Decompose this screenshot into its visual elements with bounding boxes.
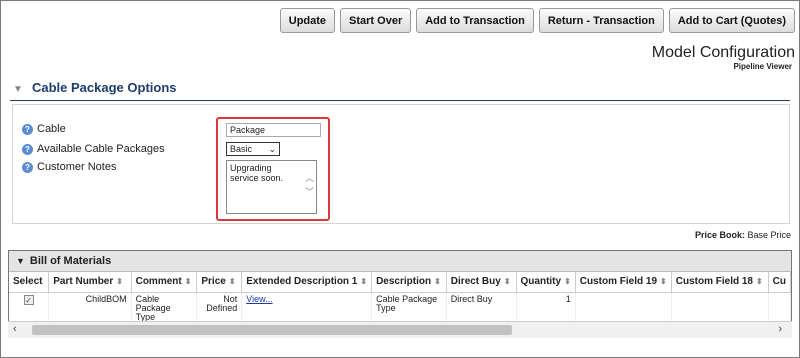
- quantity-cell: 1: [516, 292, 576, 324]
- scrollbar-thumb[interactable]: [32, 325, 512, 335]
- horizontal-scrollbar[interactable]: ‹ ›: [8, 321, 792, 338]
- add-to-transaction-button[interactable]: Add to Transaction: [416, 8, 534, 33]
- bom-title: Bill of Materials: [29, 255, 112, 267]
- col-truncated[interactable]: Cu: [768, 272, 791, 293]
- sort-arrows-icon[interactable]: ⬍: [360, 277, 367, 286]
- col-extended-description[interactable]: Extended Description 1 ⬍: [241, 272, 373, 293]
- price-book-label: Price Book:: [694, 230, 745, 240]
- row-select-cell: ✓: [9, 292, 50, 324]
- sort-arrows-icon[interactable]: ⬍: [564, 277, 571, 286]
- customer-notes-label: Customer Notes: [37, 161, 117, 173]
- triangle-down-icon[interactable]: ▼: [13, 84, 23, 95]
- extended-description-cell: View...: [241, 292, 373, 324]
- add-to-cart-button[interactable]: Add to Cart (Quotes): [668, 8, 795, 33]
- toolbar: Update Start Over Add to Transaction Ret…: [279, 8, 795, 33]
- col-direct-buy[interactable]: Direct Buy ⬍: [446, 272, 517, 293]
- price-cell: Not Defined: [196, 292, 243, 324]
- update-button[interactable]: Update: [279, 8, 336, 33]
- custom-field-19-cell: [575, 292, 672, 324]
- sort-arrows-icon[interactable]: ⬍: [116, 277, 123, 286]
- sort-arrows-icon[interactable]: ⬍: [229, 277, 236, 286]
- start-over-button[interactable]: Start Over: [340, 8, 412, 33]
- price-book: Price Book: Base Price: [695, 230, 791, 240]
- highlight-box: [216, 117, 330, 221]
- sort-arrows-icon[interactable]: ⬍: [434, 277, 441, 286]
- comment-cell: Cable Package Type: [131, 292, 198, 324]
- col-custom-field-19[interactable]: Custom Field 19 ⬍: [575, 272, 672, 293]
- table-row[interactable]: ✓ ChildBOM Cable Package Type Not Define…: [9, 292, 791, 324]
- direct-buy-cell: Direct Buy: [446, 292, 517, 324]
- bom-table: Select Part Number ⬍ Comment ⬍ Price ⬍ Exte…: [9, 272, 791, 324]
- col-quantity[interactable]: Quantity ⬍: [516, 272, 576, 293]
- col-description[interactable]: Description ⬍: [371, 272, 447, 293]
- col-select: Select: [9, 272, 50, 293]
- info-circle-icon[interactable]: ?: [22, 124, 33, 135]
- sort-arrows-icon[interactable]: ⬍: [660, 277, 667, 286]
- section-title: Cable Package Options: [32, 80, 177, 95]
- price-book-value: Base Price: [747, 230, 791, 240]
- sort-arrows-icon[interactable]: ⬍: [504, 277, 511, 286]
- info-circle-icon[interactable]: ?: [22, 144, 33, 155]
- options-panel: [12, 104, 790, 224]
- part-number-cell: ChildBOM: [48, 292, 132, 324]
- custom-field-18-cell: [671, 292, 769, 324]
- page-title: Model Configuration: [651, 44, 795, 61]
- triangle-down-icon[interactable]: ▼: [16, 256, 25, 266]
- section-divider: [10, 100, 790, 101]
- select-checkbox[interactable]: ✓: [23, 294, 34, 305]
- col-price[interactable]: Price ⬍: [196, 272, 243, 293]
- description-cell: Cable Package Type: [371, 292, 447, 324]
- col-custom-field-18[interactable]: Custom Field 18 ⬍: [671, 272, 769, 293]
- sort-arrows-icon[interactable]: ⬍: [756, 277, 763, 286]
- info-circle-icon[interactable]: ?: [22, 162, 33, 173]
- bom-header-row: Select Part Number ⬍ Comment ⬍ Price ⬍ Exte…: [9, 272, 791, 293]
- truncated-cell: [768, 292, 791, 324]
- available-packages-label: Available Cable Packages: [37, 143, 165, 155]
- sort-arrows-icon[interactable]: ⬍: [185, 277, 192, 286]
- return-transaction-button[interactable]: Return - Transaction: [538, 8, 664, 33]
- page-subtitle: Pipeline Viewer: [733, 62, 792, 71]
- col-comment[interactable]: Comment ⬍: [131, 272, 198, 293]
- chevron-left-icon[interactable]: ‹: [13, 323, 17, 335]
- view-link[interactable]: View...: [246, 294, 272, 304]
- col-part-number[interactable]: Part Number ⬍: [48, 272, 132, 293]
- chevron-right-icon[interactable]: ›: [778, 323, 782, 335]
- bom-header[interactable]: ▼ Bill of Materials: [9, 251, 791, 272]
- cable-label: Cable: [37, 123, 66, 135]
